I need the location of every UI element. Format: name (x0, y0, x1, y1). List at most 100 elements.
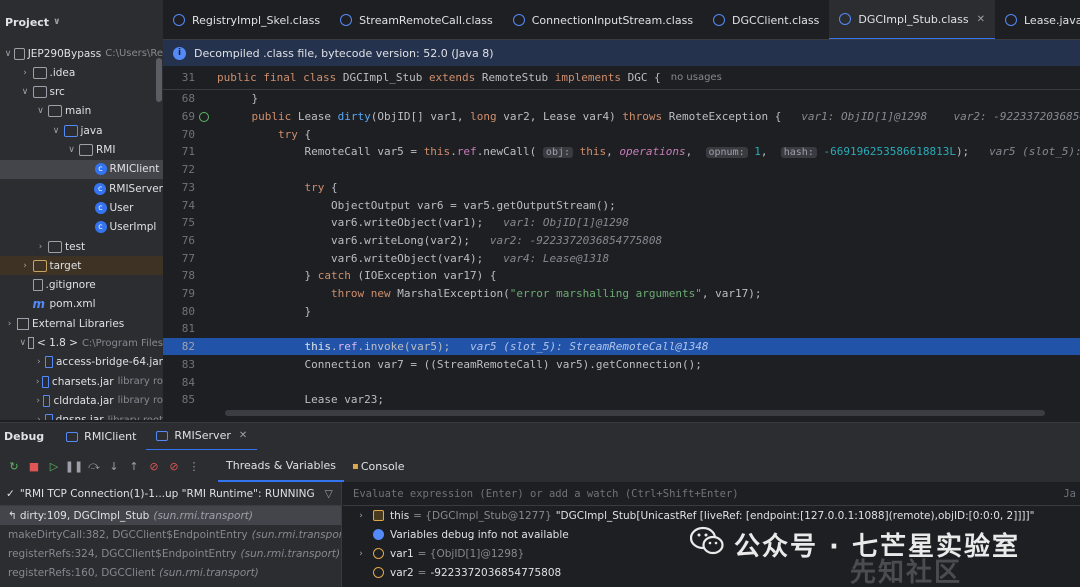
code-line[interactable]: 81 (163, 320, 1080, 338)
chevron-down-icon[interactable]: ∨ (20, 338, 27, 348)
code-line[interactable]: 84 (163, 373, 1080, 391)
evaluate-expression-input[interactable]: Evaluate expression (Enter) or add a wat… (343, 482, 1080, 506)
editor-horizontal-scrollbar[interactable] (225, 410, 1045, 416)
code-text: } (225, 92, 259, 106)
tree-item[interactable]: ∨ java (0, 121, 163, 140)
code-line[interactable]: 83 Connection var7 = ((StreamRemoteCall)… (163, 356, 1080, 374)
tree-item-label: .idea (49, 66, 76, 79)
current-execution-line[interactable]: 82 this.ref.invoke(var5); var5 (slot_5):… (163, 337, 1080, 356)
tree-item[interactable]: ∨ < 1.8 > C:\Program Files (0, 334, 163, 353)
code-line[interactable]: 75 var6.writeObject(var1); var1: ObjID[1… (163, 214, 1080, 232)
tree-item[interactable]: › target (0, 256, 163, 276)
chevron-right-icon[interactable]: › (20, 261, 31, 271)
code-line[interactable]: 79 throw new MarshalException("error mar… (163, 285, 1080, 303)
stack-frame[interactable]: ↰ dirty:109, DGCImpl_Stub (sun.rmi.transp… (0, 506, 341, 525)
tree-item-label: .gitignore (45, 279, 96, 292)
tree-item[interactable]: m pom.xml (0, 295, 163, 314)
chevron-down-icon[interactable]: ∨ (53, 17, 60, 27)
code-line[interactable]: 77 var6.writeObject(var4); var4: Lease@1… (163, 249, 1080, 267)
tree-item[interactable]: ∨ JEP290Bypass C:\Users\Re (0, 44, 163, 63)
close-icon[interactable]: ✕ (239, 430, 247, 441)
tree-item[interactable]: ∨ main (0, 102, 163, 121)
tree-item[interactable]: ∨ RMI (0, 141, 163, 160)
code-line[interactable]: 74 ObjectOutput var6 = var5.getOutputStr… (163, 196, 1080, 214)
debug-session-tab[interactable]: RMIServer ✕ (146, 423, 258, 451)
editor-tab[interactable]: ConnectionInputStream.class (503, 0, 703, 39)
chevron-down-icon[interactable]: ∨ (66, 145, 77, 155)
code-line[interactable]: 78 } catch (IOException var17) { (163, 267, 1080, 285)
tree-item[interactable]: .gitignore (0, 276, 163, 295)
tree-item[interactable]: › .idea (0, 63, 163, 82)
filter-icon[interactable]: ▽ (325, 488, 333, 500)
chevron-down-icon[interactable]: ∨ (20, 87, 31, 97)
code-line[interactable]: 76 var6.writeLong(var2); var2: -92233720… (163, 232, 1080, 250)
code-line[interactable]: 68 } (163, 90, 1080, 108)
chevron-right-icon[interactable]: › (35, 415, 43, 420)
mute-breakpoints-icon[interactable]: ⊘ (164, 456, 184, 476)
chevron-right-icon[interactable]: › (35, 242, 46, 252)
chevron-right-icon[interactable]: › (4, 319, 15, 329)
code-line[interactable]: 69 public Lease dirty(ObjID[] var1, long… (163, 108, 1080, 126)
chevron-right-icon[interactable]: › (35, 357, 43, 367)
debug-session-tab[interactable]: RMIClient (56, 423, 146, 451)
code-line[interactable]: 80 } (163, 302, 1080, 320)
stack-frame[interactable]: registerRefs:160, DGCClient (sun.rmi.tran… (0, 563, 341, 582)
step-over-icon[interactable]: ⤼ (84, 456, 104, 476)
class-file-icon (340, 14, 353, 26)
chevron-right-icon[interactable]: › (355, 511, 367, 521)
stop-icon[interactable]: ■ (24, 456, 44, 476)
code-line[interactable]: 72 (163, 161, 1080, 179)
variable-row[interactable]: var2 = -9223372036854775808 (343, 563, 1080, 582)
code-line[interactable]: 70 try { (163, 125, 1080, 143)
step-out-icon[interactable]: ↑ (124, 456, 144, 476)
variable-row[interactable]: Variables debug info not available (343, 525, 1080, 544)
stack-frame[interactable]: registerRefs:324, DGCClient$EndpointEntr… (0, 544, 341, 563)
code-line[interactable]: 71 RemoteCall var5 = this.ref.newCall( o… (163, 143, 1080, 161)
debug-panel-tab[interactable]: Threads & Variables (218, 450, 345, 482)
code-line[interactable]: 85 Lease var23; (163, 391, 1080, 408)
stack-frame[interactable]: makeDirtyCall:382, DGCClient$EndpointEnt… (0, 525, 341, 544)
tree-item[interactable]: › cldrdata.jar library ro (0, 391, 163, 410)
resume-icon[interactable]: ▷ (44, 456, 64, 476)
thread-selector[interactable]: ✓ "RMI TCP Connection(1)-1...up "RMI Run… (0, 482, 341, 506)
more-icon[interactable]: ⋮ (184, 456, 204, 476)
chevron-down-icon[interactable]: ∨ (51, 126, 62, 136)
tree-item[interactable]: › External Libraries (0, 314, 163, 333)
editor-tab[interactable]: StreamRemoteCall.class (330, 0, 503, 39)
editor-tab[interactable]: DGCClient.class (703, 0, 829, 39)
project-panel-header[interactable]: Project ∨ (0, 0, 163, 44)
tree-item[interactable]: › access-bridge-64.jar (0, 353, 163, 372)
tree-item[interactable]: c UserImpl (0, 218, 163, 237)
step-into-icon[interactable]: ↓ (104, 456, 124, 476)
editor-tab[interactable]: Lease.java (995, 0, 1080, 39)
variable-row[interactable]: › this = {DGCImpl_Stub@1277} "DGCImpl_Stub[… (343, 506, 1080, 525)
sticky-class-header[interactable]: 31 public final class DGCImpl_Stub exten… (163, 66, 1080, 90)
project-scrollbar[interactable] (156, 58, 162, 102)
tree-item[interactable]: c RMIServer (0, 179, 163, 198)
view-breakpoints-icon[interactable]: ⊘ (144, 456, 164, 476)
chevron-right-icon[interactable]: › (355, 549, 367, 559)
editor-tab[interactable]: DGCImpl_Stub.class ✕ (829, 0, 995, 39)
chevron-right-icon[interactable]: › (20, 68, 31, 78)
implements-gutter-icon[interactable] (199, 111, 209, 122)
code-line[interactable]: 73 try { (163, 179, 1080, 197)
tree-item-hint: library ro (117, 376, 163, 388)
debug-panel-tab[interactable]: ▪ Console (344, 450, 412, 482)
chevron-right-icon[interactable]: › (35, 396, 41, 406)
tree-item[interactable]: › test (0, 237, 163, 256)
tree-item[interactable]: c RMIClient (0, 159, 163, 179)
chevron-right-icon[interactable]: › (35, 377, 40, 387)
tree-item-label: External Libraries (32, 317, 125, 330)
pause-icon[interactable]: ❚❚ (64, 456, 84, 476)
code-editor[interactable]: 68 } 69 public Lease dirty(ObjID[] var1, … (163, 90, 1080, 408)
close-icon[interactable]: ✕ (977, 14, 985, 25)
tree-item[interactable]: c User (0, 198, 163, 217)
tree-item[interactable]: › charsets.jar library ro (0, 372, 163, 391)
chevron-down-icon[interactable]: ∨ (35, 106, 46, 116)
tree-item[interactable]: ∨ src (0, 83, 163, 102)
chevron-down-icon[interactable]: ∨ (4, 49, 12, 59)
editor-tab[interactable]: RegistryImpl_Skel.class (163, 0, 330, 39)
variable-row[interactable]: › var1 = {ObjID[1]@1298} (343, 544, 1080, 563)
rerun-icon[interactable]: ↻ (4, 456, 24, 476)
tree-item[interactable]: › dnsns.jar library root (0, 411, 163, 420)
